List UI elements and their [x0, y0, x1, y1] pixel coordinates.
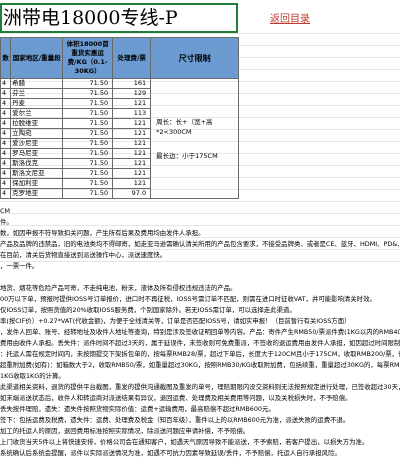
row-num: 4	[0, 188, 12, 199]
header-zone: 国家地区/重量段	[10, 37, 64, 79]
note-line: ，发件人回单、账号、经转地址及收件人地址等查询，特别是涉及签收证明回单等内容。产…	[0, 328, 400, 336]
row-handling: 113	[112, 108, 152, 119]
row-fee: 71.50	[62, 118, 114, 129]
row-handling: 121	[112, 148, 152, 159]
row-num: 4	[0, 158, 12, 169]
note-line: 丢失按件理赔，遗失：遗失件按照货物实际价值：运费+运输费用，最高赔偿不超过RMB…	[0, 405, 275, 413]
note-line: 超重附加费(如有)：如箱数大于2，收取RMB50/票，如重量超过30KG，按照R…	[0, 361, 400, 369]
row-num: 4	[0, 168, 12, 179]
row-fee: 71.50	[62, 108, 114, 119]
note-line: CM	[0, 207, 10, 215]
note-line: ：托运人需在规定时间内，未按期提交下架拆包单的，按每票RMB28/票，超过下单后…	[0, 350, 400, 358]
row-zone: 斯洛伐克	[10, 158, 64, 169]
row-num: 4	[0, 108, 12, 119]
row-handling: 97.0	[112, 188, 152, 199]
row-handling: 129	[112, 88, 152, 99]
price-table: 数 国家地区/重量段 体积18000首重货实惠运费/KG（0.1-30KG） 处…	[0, 37, 240, 199]
size-limit-line3: 最长边：小于175CM	[156, 151, 218, 160]
header-size-limit: 尺寸限制	[150, 37, 240, 79]
sheet-title: 洲带电18000专线-P	[0, 3, 238, 33]
row-zone: 拉脱维亚	[10, 118, 64, 129]
row-handling: 121	[112, 138, 152, 149]
row-fee: 71.50	[62, 78, 114, 89]
row-handling: 161	[112, 78, 152, 89]
row-num: 4	[0, 88, 12, 99]
row-zone: 爱尔兰	[10, 108, 64, 119]
row-handling: 121	[112, 98, 152, 109]
row-zone: 爱沙尼亚	[10, 138, 64, 149]
note-line: 系统确认后系统会提醒，派件以实际派送情况为准，如遇不可抗力因素导致延误/丢件，不…	[0, 449, 341, 457]
note-line: 率(按CIF价）+0.27*VAT(代收金额)，为便于全线清关等，订单是否匹配I…	[0, 317, 351, 325]
row-num: 4	[0, 128, 12, 139]
note-line: 上门收货当天5件以上将快速安排，价格公司会在通知客户，如遇天气原因导致不能派送，…	[0, 438, 369, 446]
row-num: 4	[0, 118, 12, 129]
row-handling: 121	[112, 128, 152, 139]
note-line: 在目前，清关后货物直接送到派送操作中心，派送速度快。	[0, 251, 167, 259]
row-handling: 121	[112, 168, 152, 179]
size-limit-cell: 周长：长+（宽+高 *2<300CM 最长边：小于175CM	[150, 78, 240, 199]
note-line: ，一票一件。	[0, 262, 39, 270]
row-zone: 罗马尼亚	[10, 148, 64, 159]
row-fee: 71.50	[62, 138, 114, 149]
row-num: 4	[0, 78, 12, 89]
row-num: 4	[0, 98, 12, 109]
note-line: 如末端派送状态后，收件人和转运商对派送结果有异议，退回运费、处理费及相关费用等问…	[0, 394, 352, 402]
note-line: 此渠道相关资料，退货的提供平台截图，重发的提供沟通截图及重发的单号，理赔期限内没…	[0, 383, 400, 391]
row-zone: 希腊	[10, 78, 64, 89]
note-line: 地货、烟花等危险产品可寄，不走纯电池，粉末，液体及所有侵权违规违法的产品。	[0, 284, 237, 292]
header-fee: 体积18000首重货实惠运费/KG（0.1-30KG）	[62, 37, 114, 79]
row-num: 4	[0, 138, 12, 149]
size-limit-line1: 周长：长+（宽+高	[156, 117, 213, 126]
header-handling: 处理费/票	[112, 37, 152, 79]
row-zone: 斯洛文尼亚	[10, 168, 64, 179]
row-fee: 71.50	[62, 128, 114, 139]
row-fee: 71.50	[62, 178, 114, 189]
size-limit-line2: *2<300CM	[156, 127, 192, 136]
notes-section: CM 件。 数，如因申报不符导致扣关问题，产生所有后果及费用均由发件人承担。 产…	[0, 206, 400, 459]
row-zone: 芬兰	[10, 88, 64, 99]
row-handling: 121	[112, 118, 152, 129]
row-handling: 121	[112, 158, 152, 169]
row-handling: 121	[112, 178, 152, 189]
note-line: 费用由收件人承担。丢失件：派件时间不超过3天的，属于延误件，未签收则可免费重派，…	[0, 339, 400, 347]
note-line: 1KG收取1KG的计算。	[0, 372, 65, 380]
table-row: 4 希腊 71.50 161 周长：长+（宽+高 *2<300CM 最长边：小于…	[0, 78, 240, 199]
row-zone: 丹麦	[10, 98, 64, 109]
header-num: 数	[0, 37, 12, 79]
note-line: 签下：包括运费及税费，遗失件：运费、处理费及税金（知百年级），重件以上的以RMB…	[0, 416, 350, 424]
note-line: 00万以下单，预报时提供IOSS号订单报价，进口时不再征税，IOSS号需订单不匹…	[0, 295, 376, 303]
note-line: 仅IOSS订单，按照货值的20%收取IOSS服务费，个别国家除外。若无IOSS需…	[0, 306, 296, 314]
row-num: 4	[0, 148, 12, 159]
row-fee: 71.50	[62, 88, 114, 99]
row-zone: 克罗地亚	[10, 188, 64, 199]
note-line: 加工的托运人的原因，退回费用标准按照实际情况，除派送问题应申请补偿，不予赔偿。	[0, 427, 250, 435]
note-line: 件。	[0, 218, 13, 226]
row-fee: 71.50	[62, 98, 114, 109]
row-num: 4	[0, 178, 12, 189]
row-zone: 保加利亚	[10, 178, 64, 189]
row-fee: 71.50	[62, 188, 114, 199]
row-zone: 立陶宛	[10, 128, 64, 139]
row-fee: 71.50	[62, 158, 114, 169]
row-fee: 71.50	[62, 148, 114, 159]
table-header-row: 数 国家地区/重量段 体积18000首重货实惠运费/KG（0.1-30KG） 处…	[0, 37, 240, 79]
return-to-index-link[interactable]: 返回目录	[270, 10, 310, 25]
note-line: 数，如因申报不符导致扣关问题，产生所有后果及费用均由发件人承担。	[0, 229, 205, 237]
note-line	[0, 272, 400, 283]
row-fee: 71.50	[62, 168, 114, 179]
note-line: 产品及品牌的违禁品，旧的电池类均不得邮寄，如走亚马逊需确认清关所用的产品包含要求…	[0, 240, 400, 248]
